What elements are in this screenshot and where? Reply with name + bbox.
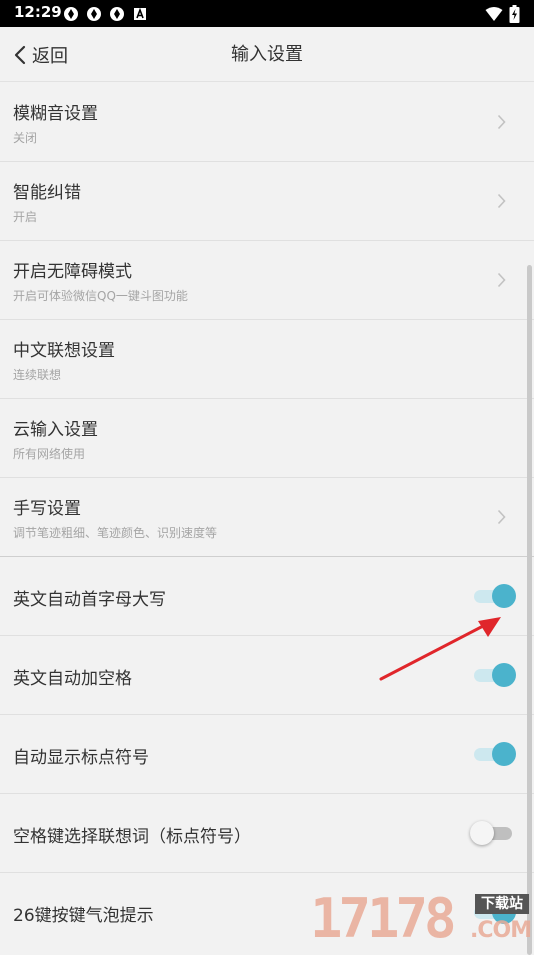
a-box-icon — [134, 7, 146, 20]
chevron-right-icon — [497, 509, 506, 525]
settings-item-subtitle: 所有网络使用 — [13, 447, 86, 461]
key-bubble-toggle[interactable] — [470, 899, 516, 925]
status-bar: 12:29 — [0, 0, 534, 27]
chevron-right-icon — [497, 114, 506, 130]
app-icon — [64, 7, 78, 21]
page-title: 输入设置 — [231, 44, 303, 65]
settings-item-title: 手写设置 — [13, 499, 81, 519]
settings-item-title: 空格键选择联想词（标点符号） — [13, 827, 251, 847]
settings-item-auto-space: 英文自动加空格 — [0, 636, 534, 715]
settings-item-subtitle: 开启可体验微信QQ一键斗图功能 — [13, 289, 188, 303]
settings-item-title: 云输入设置 — [13, 420, 98, 440]
wifi-icon — [485, 7, 503, 21]
settings-item-title: 26键按键气泡提示 — [13, 906, 154, 926]
status-system-icons — [485, 5, 520, 23]
settings-item-title: 英文自动加空格 — [13, 669, 132, 689]
battery-icon — [509, 5, 520, 23]
settings-item-title: 自动显示标点符号 — [13, 748, 149, 768]
top-bar: 返回 输入设置 — [0, 27, 534, 82]
status-notification-icons — [63, 6, 148, 22]
settings-item-auto-capitalize: 英文自动首字母大写 — [0, 557, 534, 636]
auto-space-toggle[interactable] — [470, 662, 516, 688]
settings-item-fuzzy-pinyin[interactable]: 模糊音设置 关闭 — [0, 83, 534, 162]
chevron-right-icon — [497, 193, 506, 209]
app-icon — [87, 7, 101, 21]
space-select-association-toggle[interactable] — [470, 820, 516, 846]
settings-item-title: 智能纠错 — [13, 183, 81, 203]
settings-item-title: 模糊音设置 — [13, 104, 98, 124]
settings-item-accessibility-mode[interactable]: 开启无障碍模式 开启可体验微信QQ一键斗图功能 — [0, 241, 534, 320]
settings-item-subtitle: 调节笔迹粗细、笔迹颜色、识别速度等 — [13, 526, 218, 540]
back-label: 返回 — [32, 45, 68, 67]
settings-item-cloud-input[interactable]: 云输入设置 所有网络使用 — [0, 399, 534, 478]
back-button[interactable]: 返回 — [14, 27, 68, 82]
settings-item-handwriting[interactable]: 手写设置 调节笔迹粗细、笔迹颜色、识别速度等 — [0, 478, 534, 557]
settings-list: 模糊音设置 关闭 智能纠错 开启 开启无障碍模式 开启可体验微信QQ一键斗图功能… — [0, 83, 534, 952]
status-time: 12:29 — [14, 3, 62, 21]
settings-item-subtitle: 连续联想 — [13, 368, 62, 382]
auto-capitalize-toggle[interactable] — [470, 583, 516, 609]
settings-item-space-select-association: 空格键选择联想词（标点符号） — [0, 794, 534, 873]
settings-item-auto-punctuation: 自动显示标点符号 — [0, 715, 534, 794]
settings-item-title: 英文自动首字母大写 — [13, 590, 166, 610]
chevron-left-icon — [14, 45, 26, 64]
chevron-right-icon — [497, 272, 506, 288]
auto-punctuation-toggle[interactable] — [470, 741, 516, 767]
settings-item-subtitle: 关闭 — [13, 131, 38, 145]
app-icon — [110, 7, 124, 21]
settings-item-subtitle: 开启 — [13, 210, 38, 224]
settings-item-title: 中文联想设置 — [13, 341, 115, 361]
settings-item-smart-correction[interactable]: 智能纠错 开启 — [0, 162, 534, 241]
scrollbar[interactable] — [527, 265, 532, 955]
settings-item-title: 开启无障碍模式 — [13, 262, 132, 282]
settings-item-key-bubble: 26键按键气泡提示 — [0, 873, 534, 952]
settings-item-chinese-association[interactable]: 中文联想设置 连续联想 — [0, 320, 534, 399]
